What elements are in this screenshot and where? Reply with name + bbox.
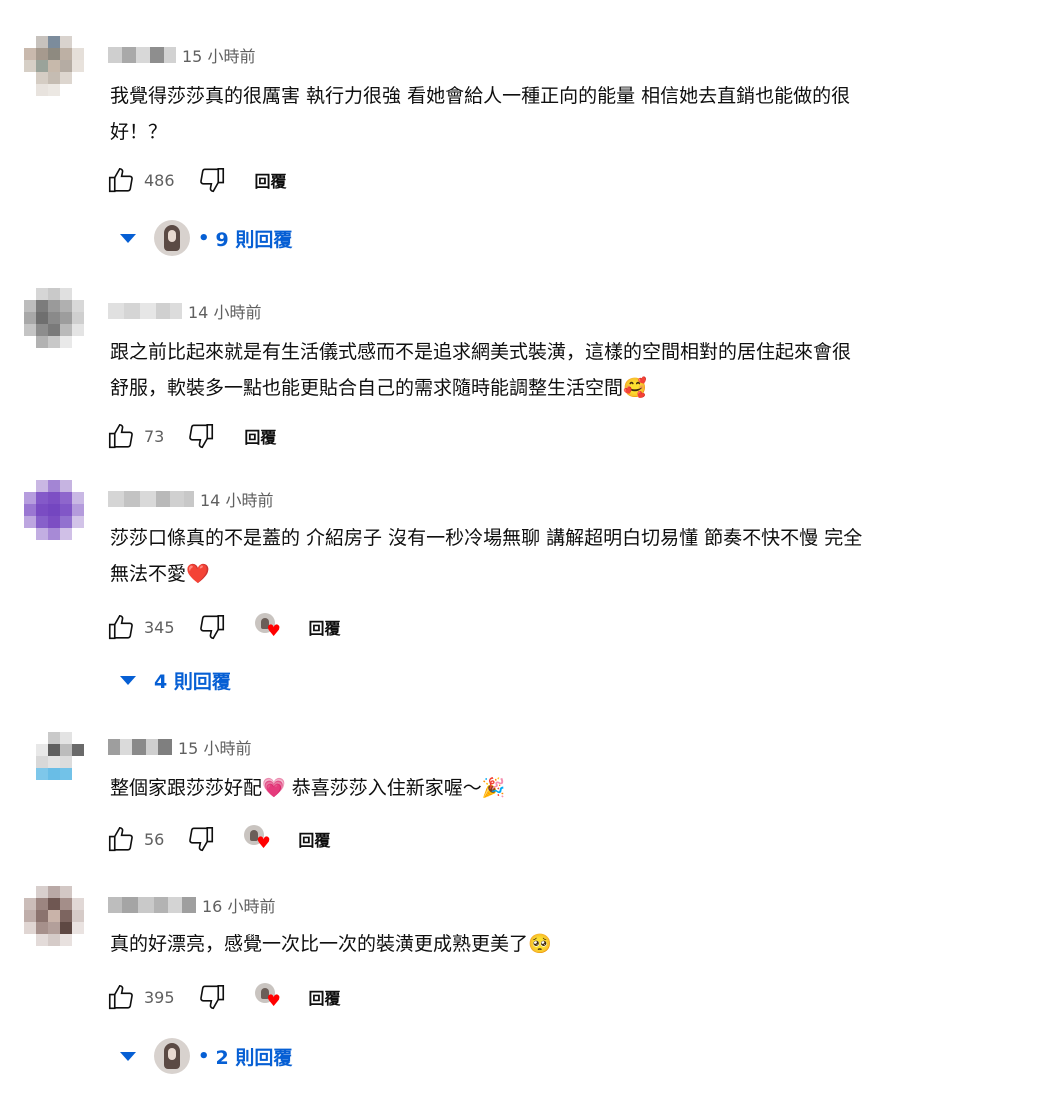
thumbs-down-icon [199,614,224,640]
heart-icon: ♥ [256,833,271,852]
comment-text: 整個家跟莎莎好配💗 恭喜莎莎入住新家喔～🎉 [110,770,990,806]
dislike-button[interactable] [197,612,227,642]
caret-down-icon [120,675,136,685]
like-button[interactable] [106,612,136,642]
like-count: 395 [144,987,175,1007]
thumbs-down-icon [199,167,224,193]
heart-icon: ♥ [266,991,281,1010]
comment-text-line: 跟之前比起來就是有生活儀式感而不是追求網美式裝潢，這樣的空間相對的居住起來會很 [110,341,852,363]
heart-icon: ♥ [266,621,281,640]
thumbs-up-icon [108,826,133,852]
view-replies-toggle[interactable]: 4 則回覆 [116,660,231,700]
comment-header: 16 小時前 [108,894,275,916]
comment-header: 14 小時前 [108,488,273,510]
comment-timestamp[interactable]: 15 小時前 [182,43,255,67]
comment-actions: 73 回覆 [106,421,276,451]
author-name-blurred[interactable] [108,897,196,913]
reply-count-label: 9 則回覆 [215,228,293,251]
reply-button[interactable]: 回覆 [309,981,341,1013]
comment-timestamp[interactable]: 15 小時前 [178,735,251,759]
thumbs-down-icon [189,423,214,449]
comment-text-line: 真的好漂亮，感覺一次比一次的裝潢更成熟更美了🥺 [110,933,552,955]
avatar[interactable] [24,36,84,108]
comment-actions: 345 ♥ 回覆 [106,612,341,642]
reply-button[interactable]: 回覆 [298,823,330,855]
comment-timestamp[interactable]: 14 小時前 [200,487,273,511]
like-button[interactable] [106,421,136,451]
like-button[interactable] [106,165,136,195]
creator-heart-badge: ♥ [254,983,283,1011]
like-button[interactable] [106,982,136,1012]
comment-text-line: 我覺得莎莎真的很厲害 執行力很強 看她會給人一種正向的能量 相信她去直銷也能做的… [110,85,851,107]
author-name-blurred[interactable] [108,739,172,755]
reply-button[interactable]: 回覆 [309,611,341,643]
view-replies-toggle[interactable]: • 2 則回覆 [116,1036,292,1076]
dislike-button[interactable] [186,421,216,451]
reply-count-label: 2 則回覆 [215,1046,293,1069]
thumbs-up-icon [108,167,133,193]
like-count: 56 [144,829,165,849]
caret-down-icon [120,233,136,243]
dislike-button[interactable] [197,165,227,195]
avatar[interactable] [24,288,84,360]
separator-dot: • [198,1045,210,1067]
comment-text: 真的好漂亮，感覺一次比一次的裝潢更成熟更美了🥺 [110,926,990,962]
author-name-blurred[interactable] [108,47,176,63]
creator-avatar [154,220,190,256]
comment-actions: 486 回覆 [106,165,287,195]
avatar[interactable] [24,480,84,552]
comment-text: 跟之前比起來就是有生活儀式感而不是追求網美式裝潢，這樣的空間相對的居住起來會很 … [110,334,990,406]
thumbs-up-icon [108,614,133,640]
dislike-button[interactable] [197,982,227,1012]
comment-text-line: 好！？ [110,121,168,143]
reply-button[interactable]: 回覆 [244,420,276,452]
author-name-blurred[interactable] [108,303,182,319]
caret-down-icon [120,1051,136,1061]
comment-actions: 56 ♥ 回覆 [106,824,330,854]
comment-text: 我覺得莎莎真的很厲害 執行力很強 看她會給人一種正向的能量 相信她去直銷也能做的… [110,78,990,150]
comment-text-line: 整個家跟莎莎好配💗 恭喜莎莎入住新家喔～🎉 [110,777,506,799]
comment-timestamp[interactable]: 16 小時前 [202,893,275,917]
avatar[interactable] [24,732,84,804]
reply-button[interactable]: 回覆 [255,164,287,196]
view-replies-toggle[interactable]: • 9 則回覆 [116,218,292,258]
comment-text-line: 舒服，軟裝多一點也能更貼合自己的需求隨時能調整生活空間🥰 [110,377,647,399]
creator-avatar [154,1038,190,1074]
comment-actions: 395 ♥ 回覆 [106,982,341,1012]
comment-text: 莎莎口條真的不是蓋的 介紹房子 沒有一秒冷場無聊 講解超明白切易懂 節奏不快不慢… [110,520,990,592]
creator-heart-badge: ♥ [244,825,272,853]
comment-timestamp[interactable]: 14 小時前 [188,299,261,323]
comment-header: 15 小時前 [108,44,255,66]
avatar[interactable] [24,886,84,958]
comment-text-line: 無法不愛❤️ [110,563,210,585]
comment-text-line: 莎莎口條真的不是蓋的 介紹房子 沒有一秒冷場無聊 講解超明白切易懂 節奏不快不慢… [110,527,863,549]
like-button[interactable] [106,824,136,854]
comment-header: 15 小時前 [108,736,251,758]
thumbs-down-icon [199,984,224,1010]
thumbs-up-icon [108,423,133,449]
dislike-button[interactable] [186,824,216,854]
like-count: 486 [144,170,175,190]
like-count: 345 [144,617,175,637]
separator-dot: • [198,227,210,249]
creator-heart-badge: ♥ [254,613,283,641]
like-count: 73 [144,426,165,446]
reply-count-label: 4 則回覆 [154,670,231,693]
comment-header: 14 小時前 [108,300,261,322]
author-name-blurred[interactable] [108,491,194,507]
thumbs-down-icon [189,826,214,852]
thumbs-up-icon [108,984,133,1010]
